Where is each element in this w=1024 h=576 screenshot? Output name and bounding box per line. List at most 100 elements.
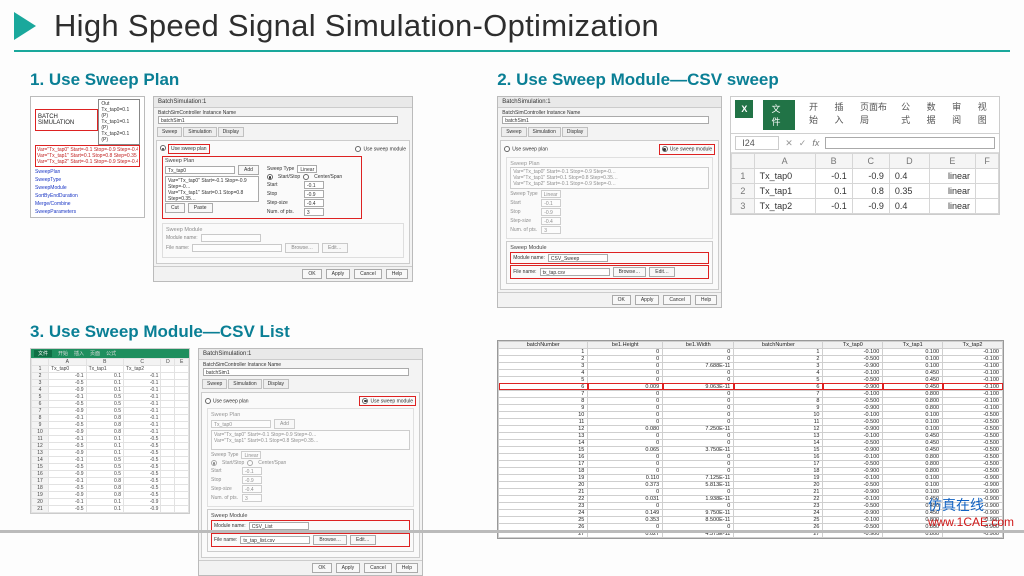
excel-menu-file[interactable]: 文件 (763, 100, 795, 130)
help-button[interactable]: Help (396, 563, 418, 573)
formula-bar[interactable] (825, 137, 995, 149)
instance-field[interactable]: batchSim1 (502, 116, 708, 124)
excel-sm-table[interactable]: ABCDE1Tx_tap0Tx_tap1Tx_tap22-0.10.1-0.13… (31, 358, 189, 513)
excel-menu-file[interactable]: 文件 (34, 350, 52, 357)
apply-button[interactable]: Apply (326, 269, 351, 279)
excel-menu-item[interactable]: 数据 (927, 100, 943, 130)
file-name-field[interactable]: tx_tap.csv (540, 268, 610, 276)
npts-field[interactable]: 3 (304, 208, 324, 216)
radio-use-sweep-module[interactable] (362, 398, 368, 404)
excel-menu-item[interactable]: 插入 (74, 350, 84, 357)
excel-menu-item[interactable]: 页面布局 (860, 100, 891, 130)
start-field: -0.1 (541, 199, 561, 207)
file-name-label: File name: (214, 537, 237, 543)
tab-simulation[interactable]: Simulation (228, 379, 261, 389)
browse-button[interactable]: Browse… (285, 243, 319, 253)
cancel-button[interactable]: Cancel (354, 269, 382, 279)
module-name-label: Module name: (214, 523, 246, 529)
sweep-type-field[interactable]: Linear (297, 165, 317, 173)
excel-menu-item[interactable]: 开始 (58, 350, 68, 357)
tab-simulation[interactable]: Simulation (528, 127, 561, 137)
cancel-button[interactable]: Cancel (663, 295, 691, 305)
cell-name-box[interactable]: I24 (735, 136, 779, 150)
ok-button[interactable]: OK (612, 295, 631, 305)
tab-sweep[interactable]: Sweep (157, 127, 182, 137)
file-name-field[interactable] (192, 244, 282, 252)
dialog-title: BatchSimulation:1 (154, 97, 412, 108)
edit-button[interactable]: Edit… (649, 267, 675, 277)
excel-menu-item[interactable]: 公式 (106, 350, 116, 357)
excel-menu-item[interactable]: 开始 (809, 100, 825, 130)
module-name-field[interactable]: CSV_Sweep (548, 254, 608, 262)
apply-button[interactable]: Apply (635, 295, 660, 305)
sweep-type-label: Sweep Type (510, 191, 537, 197)
edit-button[interactable]: Edit… (350, 535, 376, 545)
add-button[interactable]: Add (238, 165, 259, 175)
excel-menu-item[interactable]: 页面 (90, 350, 100, 357)
module-name-field[interactable]: CSV_List (249, 522, 309, 530)
tab-sweep[interactable]: Sweep (202, 379, 227, 389)
browse-button[interactable]: Browse… (613, 267, 647, 277)
ok-button[interactable]: OK (312, 563, 331, 573)
npts-field: 3 (541, 226, 561, 234)
start-stop-label: Start/Stop (278, 174, 300, 180)
radio-module-label: Use sweep module (363, 146, 406, 152)
citation-url: www.1CAE.com (928, 515, 1014, 529)
stop-label: Stop (211, 477, 239, 483)
radio-use-sweep-plan[interactable] (504, 146, 510, 152)
step-field: -0.4 (541, 217, 561, 225)
module-name-label: Module name: (166, 235, 198, 241)
radio-use-sweep-plan[interactable] (160, 145, 166, 151)
npts-label: Num. of pts. (510, 227, 538, 233)
radio-use-sweep-module[interactable] (355, 146, 361, 152)
browse-button[interactable]: Browse… (313, 535, 347, 545)
tab-simulation[interactable]: Simulation (183, 127, 216, 137)
stop-field[interactable]: -0.9 (304, 190, 324, 198)
apply-button[interactable]: Apply (336, 563, 361, 573)
radio-module-label: Use sweep module (670, 147, 713, 153)
edit-button[interactable]: Edit… (322, 243, 348, 253)
cut-button[interactable]: Cut (165, 203, 185, 213)
radio-module-label: Use sweep module (370, 398, 413, 404)
paste-button[interactable]: Paste (188, 203, 213, 213)
sweep-type-field: Linear (541, 190, 561, 198)
batch-simulation-node[interactable]: BATCH SIMULATION (35, 109, 98, 131)
module-name-field[interactable] (201, 234, 261, 242)
excel-menu-item[interactable]: 审阅 (952, 100, 968, 130)
instance-field[interactable]: batchSim1 (203, 368, 409, 376)
tab-display[interactable]: Display (218, 127, 244, 137)
tab-display[interactable]: Display (562, 127, 588, 137)
excel-table[interactable]: ABCDEF1Tx_tap0-0.1-0.90.4linear2Tx_tap10… (731, 153, 999, 214)
npts-label: Num. of pts. (211, 495, 239, 501)
page-title: High Speed Signal Simulation-Optimizatio… (54, 8, 659, 44)
excel-csv-sweep: X 文件 开始 插入 页面布局 公式 数据 审阅 视图 (730, 96, 1000, 215)
ok-button[interactable]: OK (302, 269, 321, 279)
tab-display[interactable]: Display (263, 379, 289, 389)
citation: 仿真在线 www.1CAE.com (928, 495, 1014, 529)
excel-menu-item[interactable]: 视图 (978, 100, 994, 130)
help-button[interactable]: Help (386, 269, 408, 279)
step-label: Step-size (510, 218, 538, 224)
start-label: Start (267, 182, 301, 188)
start-field[interactable]: -0.1 (304, 181, 324, 189)
help-button[interactable]: Help (695, 295, 717, 305)
excel-menu-item[interactable]: 插入 (835, 100, 851, 130)
tab-sweep[interactable]: Sweep (501, 127, 526, 137)
radio-center-span[interactable] (303, 174, 309, 180)
file-name-label: File name: (513, 269, 536, 275)
file-name-field[interactable]: tx_tap_list.csv (240, 536, 310, 544)
param-field[interactable]: Tx_tap0 (165, 166, 235, 174)
radio-use-sweep-plan[interactable] (205, 398, 211, 404)
instance-field[interactable]: batchSim1 (158, 116, 398, 124)
results-table-wrap: batchNumberbe1.Heightbe1.WidthbatchNumbe… (497, 314, 1004, 576)
section-3: 3. Use Sweep Module—CSV List 文件 开始 插入 页面… (30, 314, 467, 576)
excel-menu-item[interactable]: 公式 (901, 100, 917, 130)
radio-use-sweep-module[interactable] (662, 146, 668, 152)
step-field[interactable]: -0.4 (304, 199, 324, 207)
plan-list[interactable]: Var="Tx_tap0" Start=-0.1 Stop=-0.9 Step=… (165, 176, 259, 202)
stop-label: Stop (267, 191, 301, 197)
cancel-button[interactable]: Cancel (364, 563, 392, 573)
radio-start-stop[interactable] (267, 174, 273, 180)
sweep-type-label: Sweep Type (211, 452, 238, 458)
step-label: Step-size (267, 200, 301, 206)
